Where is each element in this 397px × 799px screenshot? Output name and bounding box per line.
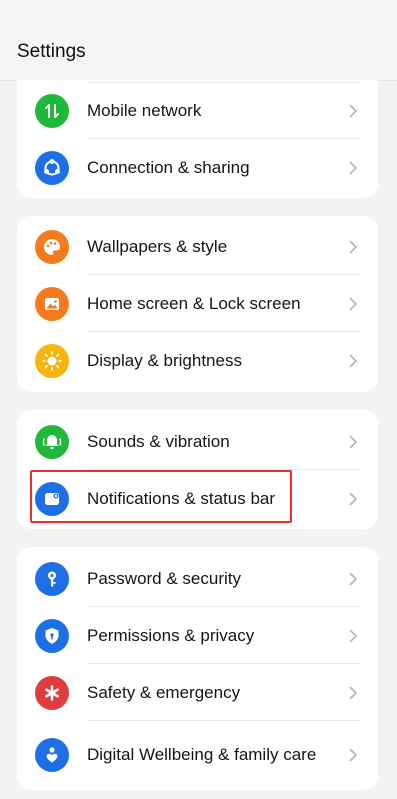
settings-group-connectivity: Mobile network Connection & sharing bbox=[17, 80, 378, 198]
chevron-right-icon bbox=[349, 434, 358, 449]
chevron-right-icon bbox=[349, 491, 358, 506]
settings-header: Settings bbox=[0, 0, 397, 81]
settings-item-mobile-network[interactable]: Mobile network bbox=[17, 82, 378, 139]
divider bbox=[87, 720, 361, 721]
sun-icon bbox=[35, 343, 69, 378]
page-title: Settings bbox=[17, 41, 86, 62]
shield-icon bbox=[35, 618, 69, 653]
bell-icon bbox=[35, 424, 69, 459]
settings-item-label: Home screen & Lock screen bbox=[87, 293, 301, 313]
share-icon bbox=[35, 150, 69, 185]
settings-item-digital-wellbeing[interactable]: Digital Wellbeing & family care bbox=[17, 723, 378, 787]
chevron-right-icon bbox=[349, 571, 358, 586]
settings-group-personalization: Wallpapers & style Home screen & Lock sc… bbox=[17, 216, 378, 392]
palette-icon bbox=[35, 229, 69, 264]
key-icon bbox=[35, 561, 69, 596]
settings-item-connection-sharing[interactable]: Connection & sharing bbox=[17, 139, 378, 196]
settings-item-label: Display & brightness bbox=[87, 350, 242, 370]
settings-item-label: Digital Wellbeing & family care bbox=[87, 745, 317, 764]
chevron-right-icon bbox=[349, 748, 358, 762]
asterisk-icon bbox=[35, 675, 69, 710]
chevron-right-icon bbox=[349, 160, 358, 175]
settings-group-security: Password & security Permissions & privac… bbox=[17, 547, 378, 790]
settings-group-sound-notifications: Sounds & vibration Notifications & statu… bbox=[17, 410, 378, 529]
settings-item-label: Connection & sharing bbox=[87, 157, 250, 177]
settings-item-safety-emergency[interactable]: Safety & emergency bbox=[17, 664, 378, 721]
settings-item-label: Wallpapers & style bbox=[87, 236, 228, 256]
chevron-right-icon bbox=[349, 353, 358, 368]
mobile-network-icon bbox=[35, 93, 69, 128]
settings-item-home-lock-screen[interactable]: Home screen & Lock screen bbox=[17, 275, 378, 332]
wellbeing-icon bbox=[35, 738, 69, 772]
settings-item-label: Password & security bbox=[87, 568, 241, 588]
settings-item-password-security[interactable]: Password & security bbox=[17, 550, 378, 607]
chevron-right-icon bbox=[349, 685, 358, 700]
settings-item-permissions-privacy[interactable]: Permissions & privacy bbox=[17, 607, 378, 664]
chevron-right-icon bbox=[349, 296, 358, 311]
chevron-right-icon bbox=[349, 103, 358, 118]
settings-item-label: Safety & emergency bbox=[87, 682, 241, 702]
settings-item-label: Permissions & privacy bbox=[87, 625, 255, 645]
image-icon bbox=[35, 286, 69, 321]
chevron-right-icon bbox=[349, 628, 358, 643]
settings-item-label: Mobile network bbox=[87, 100, 202, 120]
settings-item-display-brightness[interactable]: Display & brightness bbox=[17, 332, 378, 389]
settings-item-label: Sounds & vibration bbox=[87, 431, 230, 451]
chevron-right-icon bbox=[349, 239, 358, 254]
settings-item-label: Notifications & status bar bbox=[87, 488, 276, 508]
settings-item-sounds-vibration[interactable]: Sounds & vibration bbox=[17, 413, 378, 470]
settings-item-wallpapers-style[interactable]: Wallpapers & style bbox=[17, 218, 378, 275]
notification-icon bbox=[35, 481, 69, 516]
settings-item-notifications-status-bar[interactable]: Notifications & status bar bbox=[17, 470, 378, 527]
